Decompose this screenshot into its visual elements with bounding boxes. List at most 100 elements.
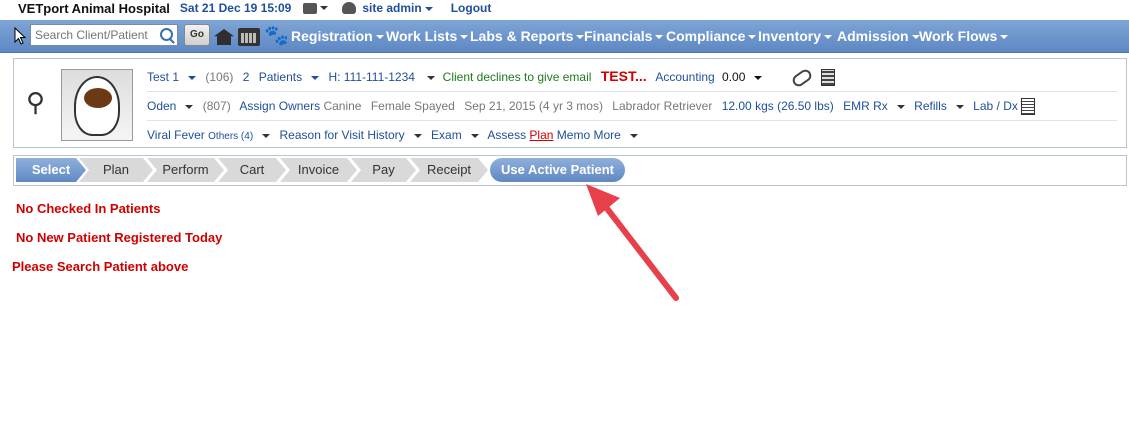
annotation-arrow-icon: [586, 184, 679, 301]
menu-label: Labs & Reports: [470, 28, 574, 44]
pet-sex: Female Spayed: [370, 99, 455, 113]
logout-link[interactable]: Logout: [451, 1, 492, 15]
patients-count: 2: [242, 70, 250, 84]
pet-row: Oden (807) Assign Owners Canine Female S…: [147, 91, 1117, 120]
client-phone: H: 111-111-1234: [328, 70, 415, 84]
search-input[interactable]: [30, 24, 178, 46]
menu-label: Work Lists: [386, 28, 458, 44]
step-pay[interactable]: Pay: [351, 158, 416, 182]
date-time: Sat 21 Dec 19 15:09: [179, 1, 292, 15]
chevron-down-icon: [629, 133, 638, 138]
problem-link[interactable]: Viral Fever: [147, 128, 205, 142]
user-menu[interactable]: site admin: [362, 1, 433, 15]
step-invoice[interactable]: Invoice: [280, 158, 357, 182]
chevron-down-icon: [754, 75, 763, 80]
patient-photo[interactable]: [61, 69, 133, 141]
accounting-value[interactable]: 0.00: [722, 70, 768, 84]
chevron-down-icon[interactable]: [320, 6, 329, 10]
hospital-name: VETport Animal Hospital: [18, 0, 170, 16]
go-button[interactable]: Go: [184, 24, 210, 46]
menu-work-lists[interactable]: Work Lists: [386, 20, 469, 52]
pet-weight[interactable]: 12.00 kgs (26.50 lbs): [722, 99, 834, 113]
search-hint-message: Please Search Patient above: [12, 259, 189, 274]
menu-registration[interactable]: Registration: [291, 20, 384, 52]
history-link[interactable]: History: [367, 128, 427, 142]
accounting-amount: 0.00: [722, 70, 746, 84]
cursor-icon: [14, 27, 26, 45]
search-icon[interactable]: [160, 28, 173, 41]
chevron-down-icon: [748, 35, 757, 40]
user-name: site admin: [362, 1, 422, 15]
client-alert[interactable]: TEST...: [601, 68, 647, 84]
plan-link[interactable]: Plan: [529, 128, 553, 142]
chevron-down-icon: [896, 104, 905, 109]
menu-financials[interactable]: Financials: [584, 20, 664, 52]
assign-owners-link[interactable]: Assign Owners: [239, 99, 320, 113]
chevron-down-icon: [955, 104, 964, 109]
paw-icon[interactable]: 🐾: [264, 26, 289, 46]
home-icon[interactable]: [214, 29, 234, 45]
female-spayed-icon: ⚲: [26, 87, 46, 117]
menu-label: Inventory: [758, 28, 822, 44]
pet-name-link[interactable]: Oden: [147, 99, 199, 113]
chevron-down-icon: [311, 75, 320, 80]
step-perform[interactable]: Perform: [147, 158, 224, 182]
menu-admission[interactable]: Admission: [837, 20, 920, 52]
patient-photo-patch: [84, 88, 112, 108]
chevron-down-icon[interactable]: [427, 75, 436, 80]
menu-label: Registration: [291, 28, 373, 44]
reason-for-visit-link[interactable]: Reason for Visit: [280, 128, 365, 142]
more-label: More: [593, 128, 621, 142]
no-new-patient-message: No New Patient Registered Today: [16, 230, 223, 245]
email-note: Client declines to give email: [442, 70, 592, 84]
others-label: Others (4): [208, 131, 254, 142]
step-cart[interactable]: Cart: [218, 158, 286, 182]
exam-label: Exam: [431, 128, 462, 142]
refills-link[interactable]: Refills: [914, 99, 970, 113]
history-label: History: [367, 128, 405, 142]
patients-label: Patients: [258, 70, 303, 84]
lab-dx-link[interactable]: Lab / Dx: [973, 99, 1018, 113]
menu-label: Admission: [837, 28, 909, 44]
chevron-down-icon: [262, 133, 271, 138]
calendar-icon[interactable]: [238, 28, 260, 46]
medication-icon[interactable]: [790, 67, 814, 89]
main-nav-bar: Go 🐾 Registration Work Lists Labs & Repo…: [0, 20, 1129, 53]
emr-link[interactable]: EMR: [843, 99, 870, 113]
client-name-link[interactable]: Test 1: [147, 70, 202, 84]
more-link[interactable]: More: [593, 128, 643, 142]
pet-id: (807): [202, 99, 231, 113]
chevron-down-icon: [424, 6, 433, 11]
menu-inventory[interactable]: Inventory: [758, 20, 833, 52]
menu-label: Work Flows: [919, 28, 998, 44]
chevron-down-icon: [413, 133, 422, 138]
chevron-down-icon: [375, 35, 384, 40]
step-receipt[interactable]: Receipt: [410, 158, 488, 182]
document-icon[interactable]: [1021, 98, 1036, 116]
rx-label: Rx: [873, 99, 888, 113]
exam-link[interactable]: Exam: [431, 128, 485, 142]
notification-icon[interactable]: [303, 2, 318, 14]
patient-panel: ⚲ Test 1 (106) 2 Patients H: 111-111-123…: [13, 58, 1127, 148]
chevron-down-icon: [460, 35, 469, 40]
use-active-patient-button[interactable]: Use Active Patient: [490, 158, 625, 182]
chevron-down-icon: [185, 104, 194, 109]
pet-breed: Labrador Retriever: [612, 99, 713, 113]
chevron-down-icon: [824, 35, 833, 40]
assess-link[interactable]: Assess: [487, 128, 526, 142]
others-link[interactable]: Others (4): [208, 128, 276, 142]
pet-dob: Sep 21, 2015 (4 yr 3 mos): [464, 99, 603, 113]
pet-name: Oden: [147, 99, 177, 113]
step-select[interactable]: Select: [16, 158, 86, 182]
menu-work-flows[interactable]: Work Flows: [919, 20, 1009, 52]
workflow-steps: Select Plan Perform Cart Invoice Pay Rec…: [13, 155, 1127, 186]
calculator-icon[interactable]: [821, 69, 836, 87]
menu-labs-reports[interactable]: Labs & Reports: [470, 20, 585, 52]
rx-link[interactable]: Rx: [873, 99, 911, 113]
patients-link[interactable]: Patients: [259, 70, 325, 84]
chevron-down-icon: [655, 35, 664, 40]
accounting-link[interactable]: Accounting: [655, 70, 714, 84]
memo-link[interactable]: Memo: [557, 128, 590, 142]
step-plan[interactable]: Plan: [79, 158, 153, 182]
menu-compliance[interactable]: Compliance: [666, 20, 757, 52]
